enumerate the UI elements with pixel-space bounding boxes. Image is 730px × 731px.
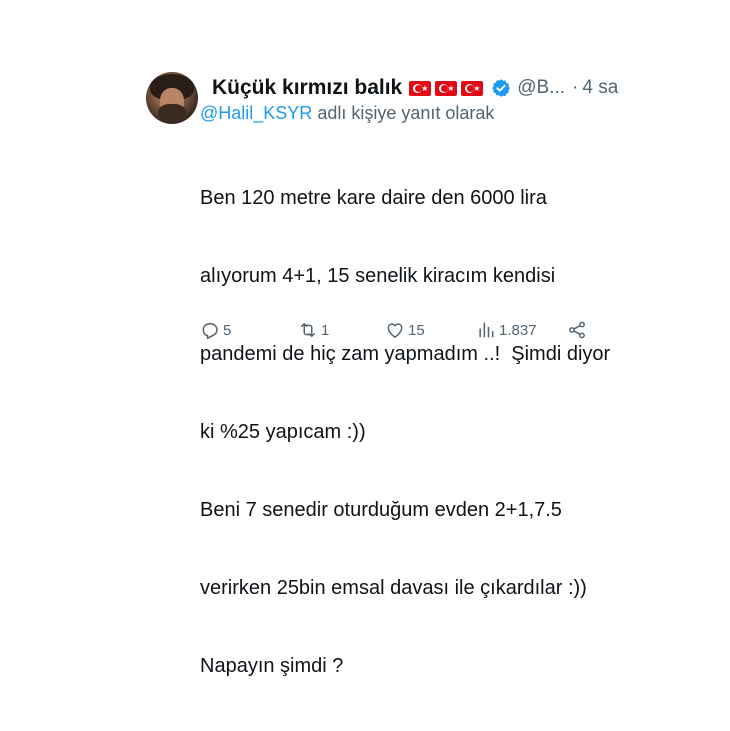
- avatar-beard: [158, 104, 186, 124]
- tweet-text-line: alıyorum 4+1, 15 senelik kiracım kendisi: [200, 265, 556, 287]
- retweet-button[interactable]: 1: [298, 316, 329, 344]
- reply-button[interactable]: 5: [200, 316, 231, 344]
- tweet-text-line: Napayın şimdi ?: [200, 655, 344, 677]
- heart-icon: [387, 323, 403, 338]
- turkey-flag-icon: ★: [409, 80, 432, 96]
- tweet-text-line: Beni 7 senedir oturduğum evden 2+1,7.5: [200, 499, 562, 521]
- tweet-text-line: pandemi de hiç zam yapmadım ..! Şimdi di…: [200, 343, 611, 365]
- tweet-text-line: Ben 120 metre kare daire den 6000 lira: [200, 187, 547, 209]
- reply-context: @Halil_KSYR adlı kişiye yanıt olarak: [200, 103, 494, 124]
- tweet-text-line: ki %25 yapıcam :)): [200, 421, 366, 443]
- views-chart-icon: [479, 322, 494, 338]
- reply-icon: [202, 323, 218, 340]
- turkey-flag-icon: ★: [461, 80, 484, 96]
- header-separator: ·: [572, 77, 579, 98]
- tweet-text: Ben 120 metre kare daire den 6000 lira a…: [200, 133, 620, 731]
- flag-emojis: ★ ★ ★: [409, 80, 487, 96]
- tweet-text-line: verirken 25bin emsal davası ile çıkardıl…: [200, 577, 587, 599]
- like-count: 15: [408, 321, 425, 339]
- view-count: 1.837: [499, 321, 537, 339]
- turkey-flag-icon: ★: [435, 80, 458, 96]
- share-icon: [569, 321, 585, 339]
- author-handle[interactable]: @B...: [517, 77, 565, 99]
- reply-suffix: adlı kişiye yanıt olarak: [312, 103, 495, 123]
- views-button[interactable]: 1.837: [476, 316, 537, 344]
- share-button[interactable]: [567, 316, 587, 344]
- retweet-icon: [301, 323, 315, 337]
- author-name[interactable]: Küçük kırmızı balık: [212, 76, 402, 100]
- tweet-header: Küçük kırmızı balık ★ ★ ★ @B... · 4 sa: [212, 74, 618, 102]
- like-button[interactable]: 15: [385, 316, 425, 344]
- tweet-actions: 5 1 15 1.837: [200, 316, 600, 344]
- tweet-timestamp[interactable]: 4 sa: [582, 77, 618, 99]
- avatar[interactable]: [146, 72, 198, 124]
- verified-badge-icon[interactable]: [491, 78, 511, 98]
- reply-mention-link[interactable]: @Halil_KSYR: [200, 103, 312, 123]
- retweet-count: 1: [321, 321, 330, 339]
- reply-count: 5: [223, 321, 232, 339]
- tweet-card[interactable]: Küçük kırmızı balık ★ ★ ★ @B... · 4 sa @…: [0, 0, 730, 677]
